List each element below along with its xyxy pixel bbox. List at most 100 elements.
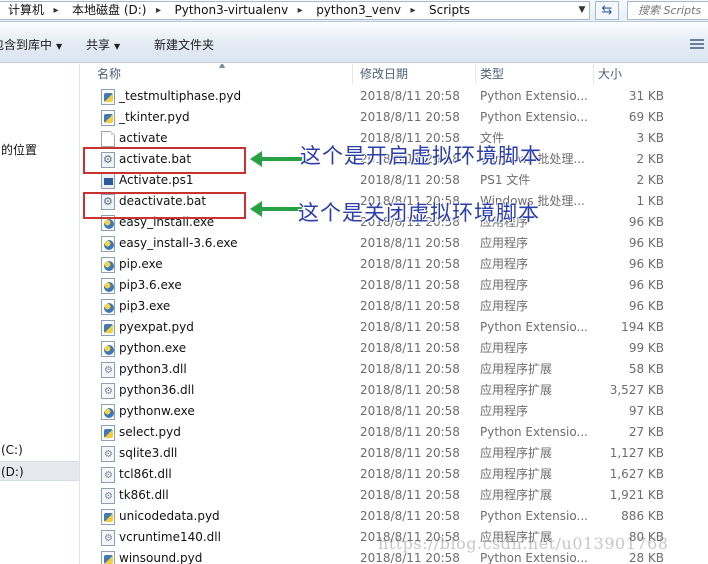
- file-size: 97 KB: [628, 404, 664, 418]
- file-row[interactable]: pip.exe 2018/8/11 20:58 应用程序 96 KB: [81, 254, 708, 275]
- python-extension-icon: [101, 509, 115, 525]
- file-row[interactable]: pythonw.exe 2018/8/11 20:58 应用程序 97 KB: [81, 401, 708, 422]
- search-box[interactable]: [627, 1, 708, 20]
- file-row[interactable]: select.pyd 2018/8/11 20:58 Python Extensio…: [81, 422, 708, 443]
- file-row[interactable]: easy_install-3.6.exe 2018/8/11 20:58 应用程序 9…: [81, 233, 708, 254]
- file-type: 应用程序: [480, 278, 529, 292]
- file-size: 3,527 KB: [609, 383, 664, 397]
- deactivate-highlight-box: [83, 192, 246, 219]
- python-extension-icon: [101, 425, 115, 441]
- file-date: 2018/8/11 20:58: [360, 257, 460, 271]
- file-type: 应用程序扩展: [480, 467, 553, 481]
- breadcrumb-drive-d[interactable]: 本地磁盘 (D:): [64, 2, 150, 19]
- file-name: pip3.exe: [119, 299, 171, 313]
- column-size[interactable]: 大小: [594, 64, 708, 84]
- file-row[interactable]: python.exe 2018/8/11 20:58 应用程序 99 KB: [81, 338, 708, 359]
- chevron-down-icon: ▼: [114, 42, 121, 51]
- chevron-down-icon: ▼: [56, 42, 63, 51]
- file-name: pythonw.exe: [119, 404, 195, 418]
- column-date[interactable]: 修改日期: [356, 64, 476, 84]
- file-row[interactable]: pyexpat.pyd 2018/8/11 20:58 Python Extensi…: [81, 317, 708, 338]
- file-row[interactable]: unicodedata.pyd 2018/8/11 20:58 Python Ext…: [81, 506, 708, 527]
- file-name: pip3.6.exe: [119, 278, 182, 292]
- file-row[interactable]: pip3.exe 2018/8/11 20:58 应用程序 96 KB: [81, 296, 708, 317]
- file-type: Python Extensio...: [480, 425, 588, 439]
- file-name: activate: [119, 131, 168, 145]
- file-size: 1 KB: [636, 194, 664, 208]
- column-type[interactable]: 类型: [476, 64, 594, 84]
- file-size: 27 KB: [628, 425, 664, 439]
- python-exe-icon: [101, 257, 115, 273]
- breadcrumb-venv[interactable]: python3_venv: [308, 2, 405, 19]
- file-row[interactable]: sqlite3.dll 2018/8/11 20:58 应用程序扩展 1,127 KB: [81, 443, 708, 464]
- file-date: 2018/8/11 20:58: [360, 320, 460, 334]
- file-size: 69 KB: [628, 110, 664, 124]
- file-name: unicodedata.pyd: [119, 509, 220, 523]
- file-row[interactable]: _testmultiphase.pyd 2018/8/11 20:58 Python…: [81, 86, 708, 107]
- file-date: 2018/8/11 20:58: [360, 383, 460, 397]
- file-size: 194 KB: [621, 320, 664, 334]
- nav-item-drive-c[interactable]: (C:): [0, 440, 79, 460]
- file-date: 2018/8/11 20:58: [360, 89, 460, 103]
- file-size: 2 KB: [636, 173, 664, 187]
- file-date: 2018/8/11 20:58: [360, 341, 460, 355]
- python-extension-icon: [101, 89, 115, 105]
- chevron-right-icon[interactable]: ▸: [405, 5, 421, 16]
- view-options-icon[interactable]: [690, 37, 708, 51]
- new-folder-label: 新建文件夹: [154, 38, 215, 52]
- file-size: 96 KB: [628, 278, 664, 292]
- file-size: 96 KB: [628, 257, 664, 271]
- file-date: 2018/8/11 20:58: [360, 362, 460, 376]
- python-extension-icon: [101, 110, 115, 126]
- green-arrow-icon: [250, 151, 302, 167]
- file-size: 1,627 KB: [609, 467, 664, 481]
- file-row[interactable]: tcl86t.dll 2018/8/11 20:58 应用程序扩展 1,627 KB: [81, 464, 708, 485]
- file-row[interactable]: tk86t.dll 2018/8/11 20:58 应用程序扩展 1,921 KB: [81, 485, 708, 506]
- file-row[interactable]: python36.dll 2018/8/11 20:58 应用程序扩展 3,527 K…: [81, 380, 708, 401]
- file-name: sqlite3.dll: [119, 446, 178, 460]
- blank-file-icon: [101, 131, 115, 147]
- file-row[interactable]: pip3.6.exe 2018/8/11 20:58 应用程序 96 KB: [81, 275, 708, 296]
- activate-annotation: 这个是开启虚拟环境脚本: [300, 144, 542, 168]
- python-exe-icon: [101, 236, 115, 252]
- dll-file-icon: [101, 383, 115, 399]
- file-type: Python Extensio...: [480, 89, 588, 103]
- file-size: 58 KB: [628, 362, 664, 376]
- file-row[interactable]: _tkinter.pyd 2018/8/11 20:58 Python Extens…: [81, 107, 708, 128]
- search-input[interactable]: [628, 2, 708, 19]
- python-exe-icon: [101, 278, 115, 294]
- navigation-pane: 的位置 (C:) (D:): [0, 64, 80, 564]
- file-row[interactable]: python3.dll 2018/8/11 20:58 应用程序扩展 58 KB: [81, 359, 708, 380]
- include-in-library-button[interactable]: 包含到库中▼: [0, 36, 62, 54]
- file-date: 2018/8/11 20:58: [360, 404, 460, 418]
- new-folder-button[interactable]: 新建文件夹: [154, 36, 214, 54]
- file-size: 31 KB: [628, 89, 664, 103]
- breadcrumb-computer[interactable]: 计算机: [0, 2, 48, 19]
- refresh-icon[interactable]: ⇆: [595, 1, 619, 20]
- breadcrumb-scripts[interactable]: Scripts: [421, 2, 474, 19]
- nav-item-drive-d[interactable]: (D:): [0, 461, 79, 481]
- nav-item-location[interactable]: 的位置: [0, 140, 79, 160]
- history-dropdown-icon[interactable]: ▼: [574, 1, 590, 20]
- dll-file-icon: [101, 446, 115, 462]
- file-name: select.pyd: [119, 425, 181, 439]
- file-name: python.exe: [119, 341, 187, 355]
- file-type: Python Extensio...: [480, 320, 588, 334]
- file-type: Python Extensio...: [480, 509, 588, 523]
- file-date: 2018/8/11 20:58: [360, 299, 460, 313]
- file-name: easy_install-3.6.exe: [119, 236, 238, 250]
- share-button[interactable]: 共享 ▼: [86, 36, 120, 54]
- breadcrumb-virtualenv[interactable]: Python3-virtualenv: [166, 2, 292, 19]
- chevron-right-icon[interactable]: ▸: [150, 5, 166, 16]
- file-size: 886 KB: [621, 509, 664, 523]
- file-date: 2018/8/11 20:58: [360, 446, 460, 460]
- file-date: 2018/8/11 20:58: [360, 425, 460, 439]
- file-list: 名称 ▲ 修改日期 类型 大小 _testmultiphase.pyd 2018/…: [81, 64, 708, 564]
- file-type: 应用程序扩展: [480, 383, 553, 397]
- file-name: winsound.pyd: [119, 551, 203, 564]
- chevron-right-icon[interactable]: ▸: [48, 5, 64, 16]
- file-size: 1,127 KB: [609, 446, 664, 460]
- file-size: 1,921 KB: [609, 488, 664, 502]
- chevron-right-icon[interactable]: ▸: [292, 5, 308, 16]
- breadcrumb[interactable]: 计算机 ▸ 本地磁盘 (D:) ▸ Python3-virtualenv ▸ p…: [0, 1, 590, 20]
